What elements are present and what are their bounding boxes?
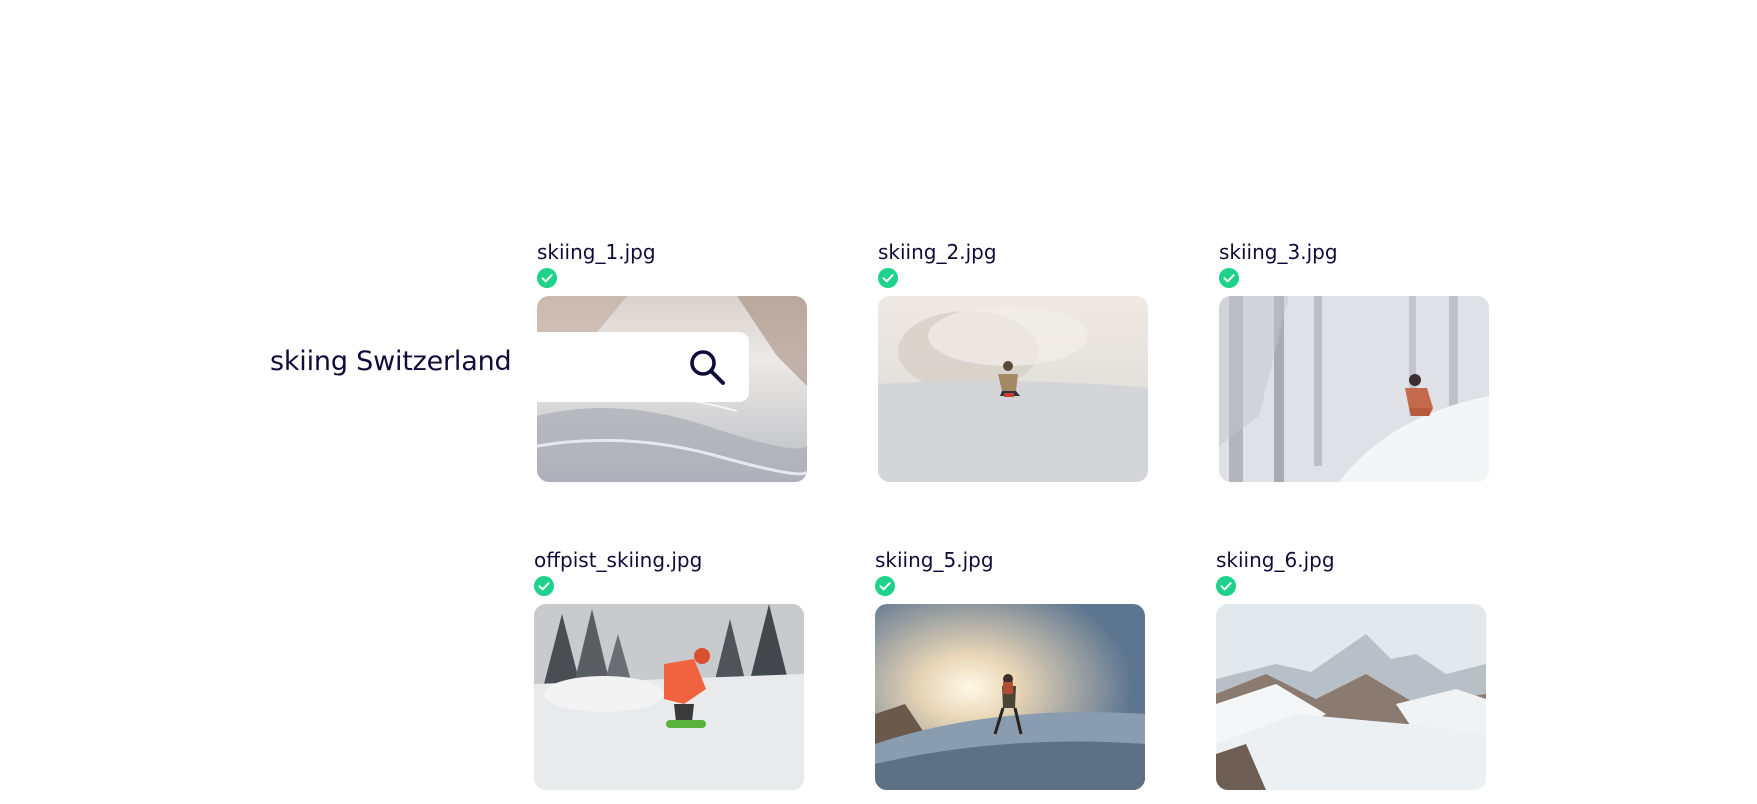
check-circle-icon	[534, 576, 554, 596]
image-thumbnail[interactable]	[878, 296, 1148, 482]
image-result-card[interactable]: offpist_skiing.jpg	[534, 546, 804, 790]
image-result-card[interactable]: skiing_3.jpg	[1219, 238, 1489, 482]
search-icon[interactable]	[687, 347, 727, 387]
image-result-card[interactable]: skiing_5.jpg	[875, 546, 1145, 790]
image-result-card[interactable]: skiing_6.jpg	[1216, 546, 1486, 790]
image-filename: skiing_1.jpg	[537, 240, 656, 264]
image-filename: skiing_2.jpg	[878, 240, 997, 264]
check-circle-icon	[1219, 268, 1239, 288]
image-filename: skiing_5.jpg	[875, 548, 994, 572]
check-circle-icon	[1216, 576, 1236, 596]
image-thumbnail[interactable]	[1219, 296, 1489, 482]
image-thumbnail[interactable]	[875, 604, 1145, 790]
image-filename: skiing_6.jpg	[1216, 548, 1335, 572]
image-thumbnail[interactable]	[1216, 604, 1486, 790]
image-result-card[interactable]: skiing_2.jpg	[878, 238, 1148, 482]
check-circle-icon	[537, 268, 557, 288]
check-circle-icon	[875, 576, 895, 596]
check-circle-icon	[878, 268, 898, 288]
image-filename: skiing_3.jpg	[1219, 240, 1338, 264]
image-filename: offpist_skiing.jpg	[534, 548, 703, 572]
image-thumbnail[interactable]	[534, 604, 804, 790]
search-query-text: skiing Switzerland	[270, 346, 512, 377]
search-box[interactable]	[520, 332, 749, 402]
